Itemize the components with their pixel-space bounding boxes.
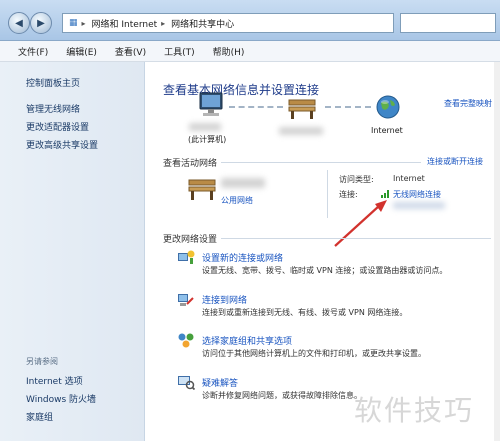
troubleshoot-icon — [178, 376, 195, 390]
section-divider — [221, 238, 491, 239]
task-troubleshoot[interactable]: 疑难解答 — [202, 376, 238, 389]
wireless-signal-icon — [381, 190, 389, 198]
task-troubleshoot-desc: 诊断并修复网络问题，或获得故障排除信息。 — [202, 391, 362, 400]
breadcrumb-network-internet[interactable]: 网络和 Internet — [92, 17, 158, 30]
full-map-link[interactable]: 查看完整映射 — [444, 98, 492, 109]
access-type-value: Internet — [393, 174, 425, 183]
sidebar: 控制面板主页 管理无线网络 更改适配器设置 更改高级共享设置 另请参阅 Inte… — [0, 62, 145, 441]
watermark-text: 软件技巧 — [354, 394, 475, 427]
chevron-right-icon[interactable]: ▸ — [82, 19, 86, 28]
vertical-divider — [327, 170, 328, 218]
see-also-heading: 另请参阅 — [26, 357, 58, 366]
public-network-link[interactable]: 公用网络 — [221, 195, 253, 206]
redacted-computer-name — [189, 123, 221, 131]
wireless-connection-link[interactable]: 无线网络连接 — [393, 189, 441, 200]
computer-icon — [199, 92, 223, 116]
scrollbar[interactable] — [494, 62, 500, 441]
change-settings-heading: 更改网络设置 — [163, 235, 218, 245]
sidebar-manage-wireless[interactable]: 管理无线网络 — [26, 102, 80, 115]
menu-view[interactable]: 查看(V) — [115, 45, 146, 58]
internet-label: Internet — [371, 126, 403, 135]
menu-tools[interactable]: 工具(T) — [164, 45, 195, 58]
homegroup-icon — [178, 333, 194, 348]
access-type-label: 访问类型: — [339, 175, 374, 184]
sidebar-adapter-settings[interactable]: 更改适配器设置 — [26, 120, 89, 133]
title-bar: ◀ ▶ ▦ ▸ 网络和 Internet ▸ 网络和共享中心 — [0, 0, 500, 41]
bench-network-icon — [288, 99, 316, 119]
task-connect-network[interactable]: 连接到网络 — [202, 293, 247, 306]
sidebar-internet-options[interactable]: Internet 选项 — [26, 374, 83, 387]
network-sharing-center-window: ◀ ▶ ▦ ▸ 网络和 Internet ▸ 网络和共享中心 文件(F) 编辑(… — [0, 0, 500, 441]
sidebar-windows-firewall[interactable]: Windows 防火墙 — [26, 392, 96, 405]
red-arrow-annotation — [334, 200, 387, 247]
task-setup-connection-desc: 设置无线、宽带、拨号、临时或 VPN 连接；或设置路由器或访问点。 — [202, 266, 448, 275]
breadcrumb-sharing-center[interactable]: 网络和共享中心 — [171, 17, 234, 30]
connect-disconnect-link[interactable]: 连接或断开连接 — [427, 156, 483, 167]
forward-arrow-icon[interactable]: ▶ — [30, 12, 52, 34]
task-homegroup-sharing[interactable]: 选择家庭组和共享选项 — [202, 334, 292, 347]
main-content: 查看基本网络信息并设置连接 查看完整映射 (此计算机) Internet 查看活… — [145, 62, 500, 441]
chevron-right-icon[interactable]: ▸ — [161, 19, 165, 28]
task-homegroup-sharing-desc: 访问位于其他网络计算机上的文件和打印机，或更改共享设置。 — [202, 349, 426, 358]
active-networks-heading: 查看活动网络 — [163, 159, 218, 169]
section-divider — [221, 162, 421, 163]
network-setup-icon — [178, 250, 195, 264]
menu-bar: 文件(F) 编辑(E) 查看(V) 工具(T) 帮助(H) — [0, 41, 500, 62]
menu-edit[interactable]: 编辑(E) — [66, 45, 97, 58]
map-connector — [229, 106, 283, 108]
computer-label: (此计算机) — [188, 135, 227, 144]
globe-icon — [376, 95, 400, 119]
redacted-ssid — [393, 202, 445, 209]
sidebar-homegroup[interactable]: 家庭组 — [26, 410, 53, 423]
bench-network-icon — [188, 179, 216, 200]
redacted-network-name — [279, 127, 323, 135]
redacted-network-name — [221, 178, 265, 188]
search-input[interactable] — [400, 13, 496, 33]
menu-help[interactable]: 帮助(H) — [213, 45, 245, 58]
connect-network-icon — [178, 294, 194, 306]
back-arrow-icon[interactable]: ◀ — [8, 12, 30, 34]
sidebar-advanced-sharing[interactable]: 更改高级共享设置 — [26, 138, 98, 151]
menu-file[interactable]: 文件(F) — [18, 45, 48, 58]
sidebar-control-panel-home[interactable]: 控制面板主页 — [26, 76, 80, 89]
task-connect-network-desc: 连接到或重新连接到无线、有线、拨号或 VPN 网络连接。 — [202, 308, 408, 317]
folder-icon: ▦ — [69, 18, 78, 28]
task-setup-connection[interactable]: 设置新的连接或网络 — [202, 251, 283, 264]
address-bar[interactable]: ▦ ▸ 网络和 Internet ▸ 网络和共享中心 — [62, 13, 394, 33]
map-connector — [325, 106, 371, 108]
